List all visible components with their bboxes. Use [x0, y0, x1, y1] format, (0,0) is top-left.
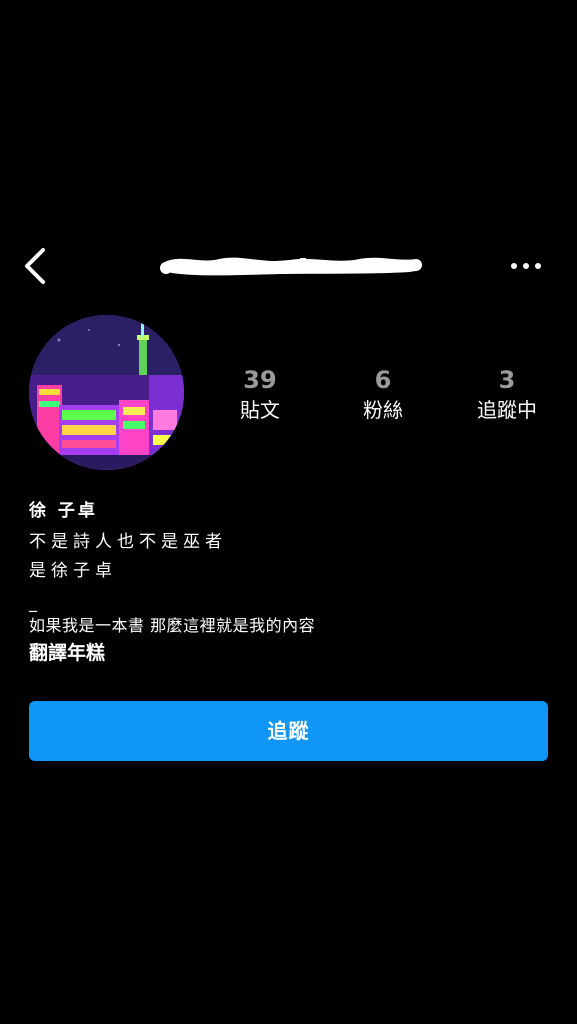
stat-following[interactable]: 3 追蹤中	[452, 365, 562, 425]
bio-tagline: 如果我是一本書 那麼這裡就是我的內容	[29, 616, 316, 635]
profile-header	[0, 236, 577, 296]
stat-following-count: 3	[498, 366, 516, 394]
stat-posts-count: 39	[243, 366, 277, 394]
stat-following-label: 追蹤中	[477, 398, 537, 422]
follow-button[interactable]: 追蹤	[29, 701, 548, 761]
avatar[interactable]	[29, 315, 184, 470]
stat-followers-count: 6	[374, 366, 392, 394]
bio-line: 不是詩人也不是巫者	[29, 532, 227, 552]
more-horizontal-icon[interactable]	[508, 258, 544, 274]
bio-link[interactable]: 翻譯年糕	[29, 638, 549, 668]
stat-followers-label: 粉絲	[363, 398, 403, 422]
stat-followers[interactable]: 6 粉絲	[328, 365, 438, 425]
avatar-neon-city-image	[29, 315, 184, 470]
stat-posts[interactable]: 39 貼文	[205, 365, 315, 425]
bio-line: 是徐子卓	[29, 561, 117, 581]
stat-posts-label: 貼文	[240, 398, 280, 422]
chevron-left-icon[interactable]	[18, 244, 52, 288]
profile-bio: 徐 子卓 不是詩人也不是巫者 是徐子卓 _ 如果我是一本書 那麼這裡就是我的內容…	[29, 498, 549, 668]
profile-name: 徐 子卓	[29, 501, 98, 521]
bio-separator: _	[29, 593, 37, 612]
username-redacted	[160, 257, 422, 276]
